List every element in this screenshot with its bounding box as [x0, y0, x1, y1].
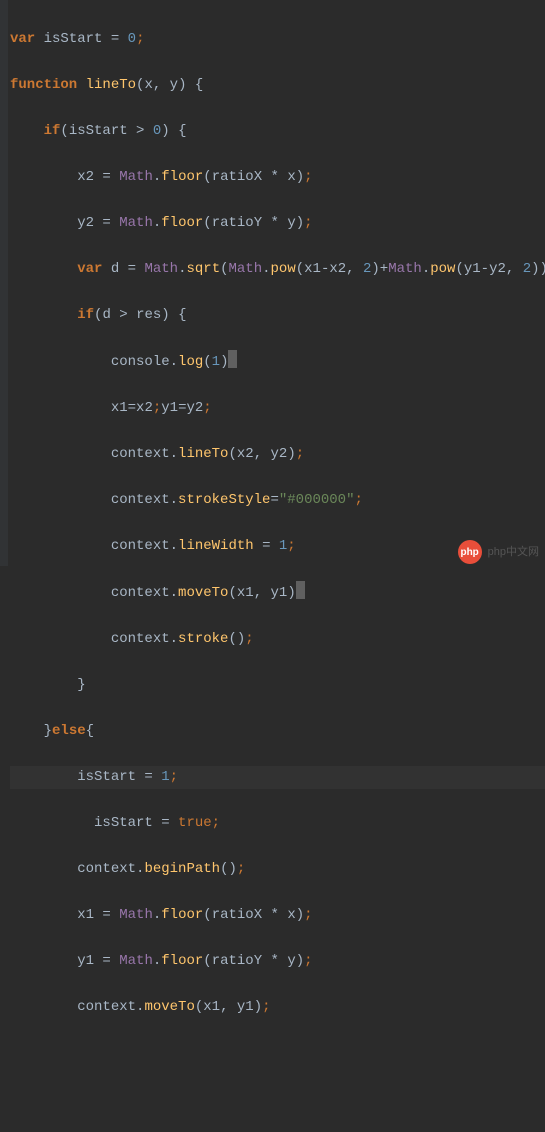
code-line — [10, 1042, 545, 1065]
code-editor[interactable]: var isStart = 0; function lineTo(x, y) {… — [0, 0, 545, 1132]
code-line: var isStart = 0; — [10, 28, 545, 51]
code-line: context.moveTo(x1, y1); — [10, 996, 545, 1019]
code-line: context.strokeStyle="#000000"; — [10, 489, 545, 512]
code-line: context.beginPath(); — [10, 858, 545, 881]
text-cursor — [296, 581, 305, 599]
code-line: function lineTo(x, y) { — [10, 74, 545, 97]
text-cursor — [228, 350, 237, 368]
code-line: y2 = Math.floor(ratioY * y); — [10, 212, 545, 235]
code-line — [10, 1088, 545, 1111]
code-line: x2 = Math.floor(ratioX * x); — [10, 166, 545, 189]
code-line: if(isStart > 0) { — [10, 120, 545, 143]
code-line: context.lineTo(x2, y2); — [10, 443, 545, 466]
watermark: php php中文网 — [458, 540, 539, 564]
code-line: var d = Math.sqrt(Math.pow(x1-x2, 2)+Mat… — [10, 258, 545, 281]
code-line: x1 = Math.floor(ratioX * x); — [10, 904, 545, 927]
code-line: x1=x2;y1=y2; — [10, 397, 545, 420]
code-line-highlighted: isStart = 1; — [10, 766, 545, 789]
watermark-text: php中文网 — [488, 541, 539, 564]
editor-gutter — [0, 0, 8, 566]
code-line: y1 = Math.floor(ratioY * y); — [10, 950, 545, 973]
code-line: } — [10, 674, 545, 697]
code-line: context.moveTo(x1, y1) — [10, 581, 545, 605]
code-line: }else{ — [10, 720, 545, 743]
code-line: context.stroke(); — [10, 628, 545, 651]
watermark-icon: php — [458, 540, 482, 564]
code-line: console.log(1) — [10, 350, 545, 374]
code-line: isStart = true; — [10, 812, 545, 835]
code-line: if(d > res) { — [10, 304, 545, 327]
